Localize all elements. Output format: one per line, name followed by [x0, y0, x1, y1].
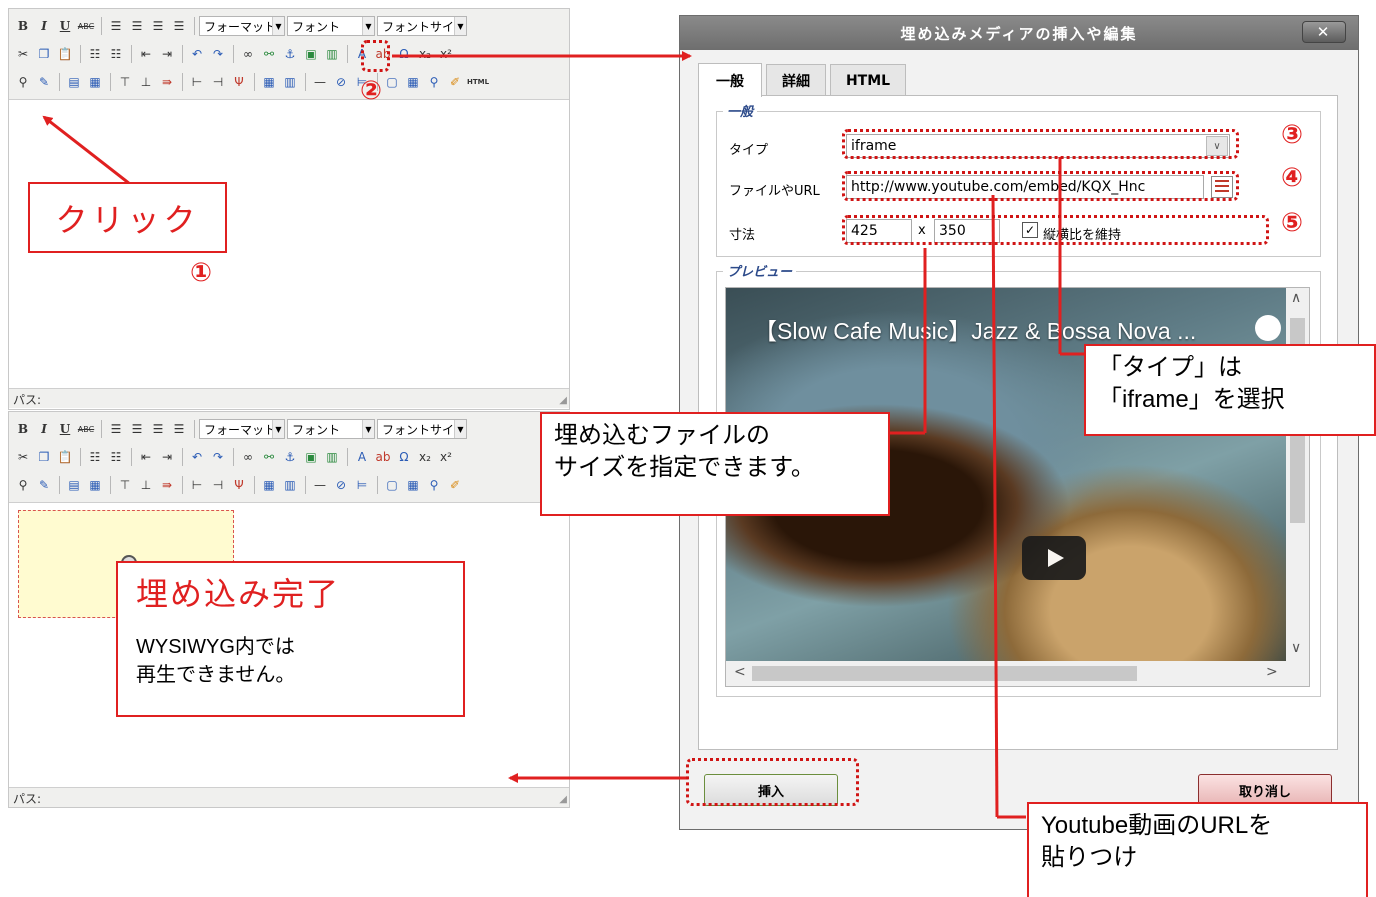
tab-general[interactable]: 一般 — [698, 63, 762, 97]
url-note-line2: 貼りつけ — [1041, 844, 1138, 871]
step-number-2: ② — [360, 76, 383, 106]
size-note-line2: サイズを指定できます。 — [554, 454, 815, 481]
type-note: 「タイプ」は 「iframe」を選択 — [1084, 344, 1376, 436]
url-note-line1: Youtube動画のURLを — [1041, 812, 1273, 839]
highlight-size — [842, 215, 1269, 245]
highlight-insert — [686, 758, 859, 806]
highlight-media-button — [361, 40, 390, 72]
url-note: Youtube動画のURLを 貼りつけ — [1027, 802, 1368, 897]
highlight-type — [842, 129, 1239, 159]
type-note-line1: 「タイプ」は — [1098, 354, 1242, 381]
step-number-3: ③ — [1281, 120, 1304, 150]
size-note-line1: 埋め込むファイルの — [554, 422, 770, 449]
arrow-click — [42, 115, 131, 186]
done-title: 埋め込み完了 — [136, 575, 341, 613]
step-number-1: ① — [190, 258, 213, 288]
click-callout: クリック — [28, 182, 227, 253]
done-note: 埋め込み完了 WYSIWYG内では 再生できません。 — [116, 561, 465, 717]
size-note: 埋め込むファイルの サイズを指定できます。 — [540, 412, 890, 516]
done-line2: 再生できません。 — [136, 664, 296, 686]
step-number-5: ⑤ — [1281, 208, 1304, 238]
done-line1: WYSIWYG内では — [136, 636, 295, 658]
tab-label: 一般 — [716, 73, 744, 90]
step-number-4: ④ — [1281, 163, 1304, 193]
click-label: クリック — [55, 200, 200, 239]
leader-url — [991, 194, 999, 818]
highlight-url — [842, 171, 1239, 201]
type-note-line2: 「iframe」を選択 — [1098, 386, 1285, 413]
